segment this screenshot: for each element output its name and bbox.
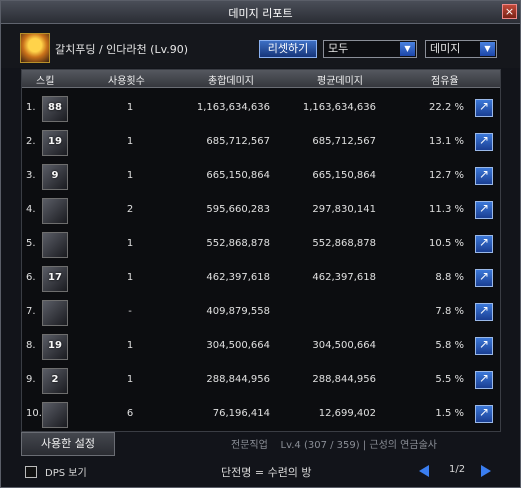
sort-dropdown-value: 데미지	[430, 42, 461, 55]
damage-share: 7.8 %	[435, 306, 464, 317]
link-icon[interactable]	[475, 371, 493, 389]
skill-icon	[42, 300, 68, 326]
link-icon[interactable]	[475, 337, 493, 355]
skill-level: 19	[48, 340, 62, 351]
use-count: 1	[126, 102, 134, 113]
prev-page-icon[interactable]	[419, 465, 429, 477]
reset-button[interactable]: 리셋하기	[259, 40, 317, 58]
background-job-text: 전문직업 Lv.4 (307 / 359) | 근성의 연금술사	[231, 440, 437, 451]
average-damage: 12,699,402	[318, 408, 376, 419]
average-damage: 665,150,864	[312, 170, 376, 181]
total-damage: 552,868,878	[206, 238, 270, 249]
total-damage: 665,150,864	[206, 170, 270, 181]
total-damage: 76,196,414	[212, 408, 270, 419]
total-damage: 409,879,558	[206, 306, 270, 317]
link-icon[interactable]	[475, 269, 493, 287]
table-header: 스킬 사용횟수 총합데미지 평균데미지 점유율	[22, 70, 500, 88]
filter-dropdown[interactable]: 모두 ▼	[323, 40, 417, 58]
chevron-down-icon: ▼	[480, 42, 495, 56]
damage-share: 8.8 %	[435, 272, 464, 283]
average-damage: 288,844,956	[312, 374, 376, 385]
link-icon[interactable]	[475, 99, 493, 117]
skill-icon	[42, 232, 68, 258]
col-share: 점유율	[431, 76, 459, 87]
link-icon[interactable]	[475, 167, 493, 185]
dps-label: DPS 보기	[45, 468, 87, 479]
use-count: 1	[126, 170, 134, 181]
link-icon[interactable]	[475, 303, 493, 321]
close-icon[interactable]: ×	[502, 4, 517, 19]
skill-level: 9	[51, 170, 59, 181]
table-row: 6. 17 1 462,397,618 462,397,618 8.8 %	[22, 262, 500, 296]
damage-share: 13.1 %	[429, 136, 464, 147]
dps-checkbox[interactable]	[25, 466, 37, 478]
total-damage: 462,397,618	[206, 272, 270, 283]
report-header: 갈치푸딩 / 인다라천 (Lv.90) 리셋하기 모두 ▼ 데미지 ▼	[1, 24, 520, 68]
skill-level: 17	[48, 272, 62, 283]
table-row: 8. 19 1 304,500,664 304,500,664 5.8 %	[22, 330, 500, 364]
background-guild-text: 단전명 = 수련의 방	[221, 466, 312, 479]
used-settings-tab[interactable]: 사용한 설정	[21, 432, 115, 456]
damage-table: 스킬 사용횟수 총합데미지 평균데미지 점유율 1. 88 1 1,163,634,6…	[21, 69, 501, 432]
link-icon[interactable]	[475, 405, 493, 423]
col-total: 총합데미지	[208, 76, 254, 87]
skill-icon	[42, 402, 68, 428]
table-row: 2. 19 1 685,712,567 685,712,567 13.1 %	[22, 126, 500, 160]
use-count: 1	[126, 238, 134, 249]
average-damage: 297,830,141	[312, 204, 376, 215]
filter-dropdown-value: 모두	[328, 42, 349, 55]
dps-toggle[interactable]: DPS 보기	[25, 464, 87, 479]
table-row: 7. -409,879,558 7.8 %	[22, 296, 500, 330]
average-damage: 462,397,618	[312, 272, 376, 283]
link-icon[interactable]	[475, 235, 493, 253]
damage-share: 5.8 %	[435, 340, 464, 351]
use-count: 1	[126, 374, 134, 385]
next-page-icon[interactable]	[481, 465, 491, 477]
table-row: 5. 1 552,868,878 552,868,878 10.5 %	[22, 228, 500, 262]
average-damage: 552,868,878	[312, 238, 376, 249]
title-bar[interactable]: 데미지 리포트 ×	[1, 1, 520, 24]
sort-dropdown[interactable]: 데미지 ▼	[425, 40, 497, 58]
table-row: 9. 2 1 288,844,956 288,844,956 5.5 %	[22, 364, 500, 398]
page-indicator: 1/2	[449, 464, 466, 475]
use-count: 2	[126, 204, 134, 215]
total-damage: 685,712,567	[206, 136, 270, 147]
table-row: 4. 2 595,660,283 297,830,141 11.3 %	[22, 194, 500, 228]
col-count: 사용횟수	[108, 76, 145, 87]
link-icon[interactable]	[475, 133, 493, 151]
damage-share: 5.5 %	[435, 374, 464, 385]
use-count: 1	[126, 136, 134, 147]
use-count: -	[128, 306, 132, 317]
skill-level: 88	[48, 102, 62, 113]
total-damage: 304,500,664	[206, 340, 270, 351]
skill-level: 2	[51, 374, 59, 385]
damage-share: 1.5 %	[435, 408, 464, 419]
total-damage: 595,660,283	[206, 204, 270, 215]
damage-share: 22.2 %	[429, 102, 464, 113]
character-portrait	[20, 33, 50, 63]
skill-icon	[42, 198, 68, 224]
table-row: 1. 88 1 1,163,634,636 1,163,634,636 22.2 %	[22, 92, 500, 126]
damage-share: 12.7 %	[429, 170, 464, 181]
window-title: 데미지 리포트	[228, 7, 293, 20]
average-damage: 304,500,664	[312, 340, 376, 351]
total-damage: 288,844,956	[206, 374, 270, 385]
damage-share: 11.3 %	[429, 204, 464, 215]
damage-share: 10.5 %	[429, 238, 464, 249]
table-row: 3. 9 1 665,150,864 665,150,864 12.7 %	[22, 160, 500, 194]
character-name: 갈치푸딩 / 인다라천 (Lv.90)	[55, 43, 189, 56]
use-count: 6	[126, 408, 134, 419]
col-skill: 스킬	[36, 76, 55, 87]
average-damage: 685,712,567	[312, 136, 376, 147]
col-avg: 평균데미지	[317, 76, 363, 87]
link-icon[interactable]	[475, 201, 493, 219]
average-damage: 1,163,634,636	[302, 102, 376, 113]
chevron-down-icon: ▼	[400, 42, 415, 56]
skill-level: 19	[48, 136, 62, 147]
table-row: 10. 6 76,196,414 12,699,402 1.5 %	[22, 398, 500, 432]
use-count: 1	[126, 272, 134, 283]
total-damage: 1,163,634,636	[196, 102, 270, 113]
use-count: 1	[126, 340, 134, 351]
damage-report-window: 데미지 리포트 × 갈치푸딩 / 인다라천 (Lv.90) 리셋하기 모두 ▼ …	[0, 0, 521, 488]
